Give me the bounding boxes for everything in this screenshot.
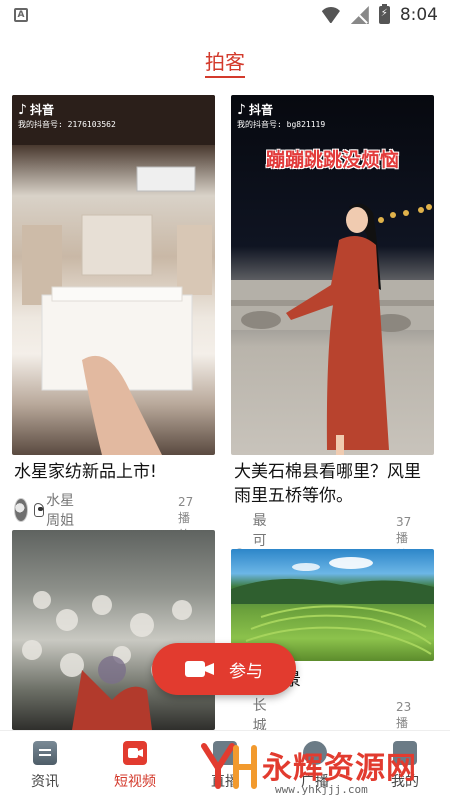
battery-charging-icon xyxy=(378,4,390,24)
status-icons: 8:04 xyxy=(321,4,438,25)
cow-icon xyxy=(33,503,45,517)
news-icon xyxy=(33,741,57,765)
douyin-id: 我的抖音号: bg821119 xyxy=(237,120,326,129)
page-title[interactable]: 拍客 xyxy=(0,46,450,75)
app-watermark: 抖音 xyxy=(29,103,54,117)
video-overlay-caption: 蹦蹦跳跳没烦恼 xyxy=(265,149,399,171)
title-underline xyxy=(205,76,245,78)
video-title-2[interactable]: 大美石棉县看哪里？风里雨里五桥等你。 xyxy=(234,460,430,508)
no-signal-icon xyxy=(350,6,369,24)
tiktok-note-icon: ♪ xyxy=(237,101,246,118)
notification-app-icon xyxy=(14,8,28,22)
tiktok-note-icon: ♪ xyxy=(18,101,27,118)
douyin-id: 我的抖音号: 2176103562 xyxy=(18,120,116,129)
avatar[interactable] xyxy=(14,498,28,522)
video-icon xyxy=(123,741,147,765)
nav-label-short-video: 短视频 xyxy=(114,774,156,790)
status-bar: 8:04 xyxy=(0,0,450,30)
status-time: 8:04 xyxy=(399,5,438,25)
nav-item-news[interactable]: 资讯 xyxy=(0,741,90,791)
video-thumbnail-1[interactable]: ♪ 抖音 我的抖音号: 2176103562 xyxy=(12,95,215,455)
video-thumbnail-3[interactable] xyxy=(12,530,215,730)
video-title-1[interactable]: 水星家纺新品上市! xyxy=(14,460,214,484)
author-row-1[interactable]: 水星 周姐 xyxy=(14,490,78,530)
watermark-logo-icon xyxy=(200,740,258,790)
wifi-icon xyxy=(321,7,341,23)
douyin-logo: ♪ 抖音 xyxy=(237,101,273,118)
watermark-text: 永辉资源网 xyxy=(262,751,417,786)
watermark-url: www.yhkjjj.com xyxy=(275,783,368,796)
app-watermark: 抖音 xyxy=(248,103,273,117)
participate-label: 参与 xyxy=(229,661,263,682)
video-thumbnail-2[interactable]: ♪ 抖音 我的抖音号: bg821119 蹦蹦跳跳没烦恼 xyxy=(231,95,434,455)
nav-label-news: 资讯 xyxy=(31,774,59,790)
video-camera-icon xyxy=(185,659,215,679)
nav-item-short-video[interactable]: 短视频 xyxy=(90,741,180,791)
douyin-logo: ♪ 抖音 xyxy=(18,101,54,118)
participate-button[interactable]: 参与 xyxy=(152,643,296,695)
author-name[interactable]: 水星 周姐 xyxy=(46,490,78,530)
